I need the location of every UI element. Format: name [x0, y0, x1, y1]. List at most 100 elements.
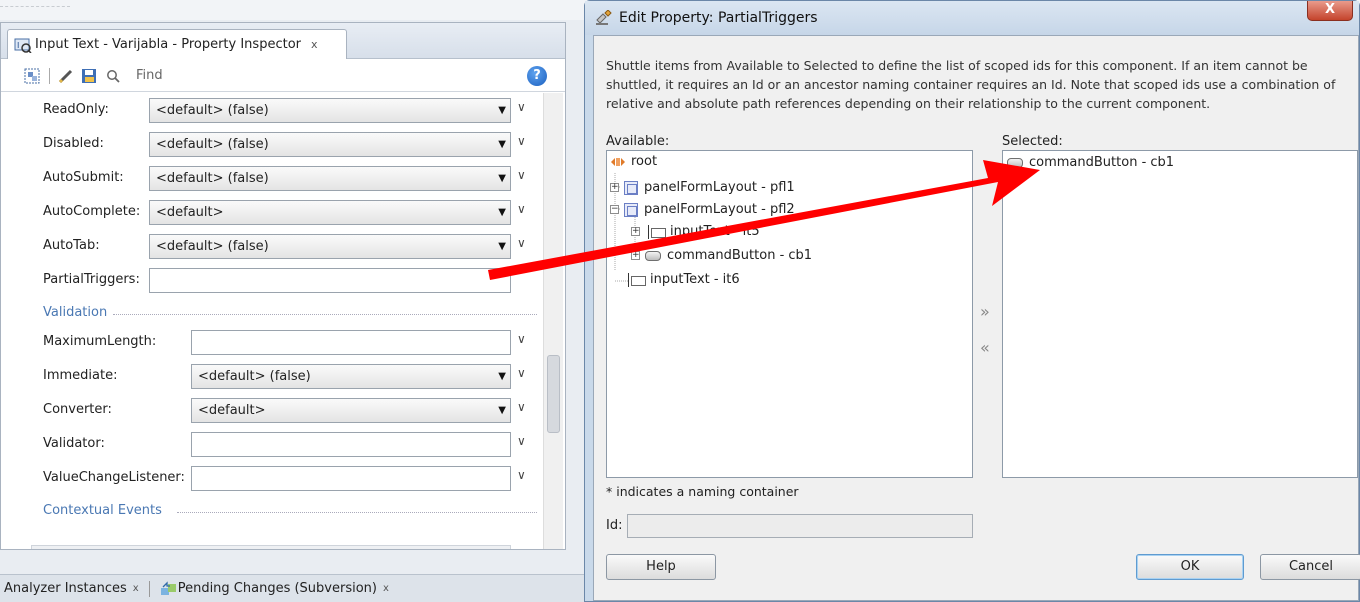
autocomplete-combo[interactable]: <default> ▼ — [149, 200, 511, 225]
chevron-down-icon[interactable]: ∨ — [517, 468, 526, 482]
dropdown-arrow-icon: ▼ — [498, 371, 506, 382]
inspector-toolbar: Find ? — [1, 60, 565, 92]
tree-item-label: commandButton - cb1 — [667, 248, 813, 263]
tree-item-inputtext-it5[interactable]: + inputText - it5 — [631, 224, 760, 239]
immediate-combo[interactable]: <default> (false) ▼ — [191, 364, 511, 389]
chevron-down-icon[interactable]: ∨ — [517, 134, 526, 148]
tree-item-root[interactable]: root — [610, 154, 657, 169]
disabled-combo[interactable]: <default> (false) ▼ — [149, 132, 511, 157]
find-input[interactable]: Find — [136, 68, 163, 83]
panel-form-layout-icon — [624, 180, 638, 195]
property-label: Converter: — [43, 402, 112, 417]
section-label: Validation — [43, 305, 108, 320]
contextual-events-section[interactable]: Contextual Events — [1, 501, 537, 523]
tree-item-inputtext-it6[interactable]: inputText - it6 — [625, 272, 740, 287]
divider — [113, 314, 537, 315]
dropdown-arrow-icon: ▼ — [498, 207, 506, 218]
dialog-description: Shuttle items from Available to Selected… — [606, 58, 1336, 111]
chevron-down-icon[interactable]: ∨ — [517, 168, 526, 182]
expand-icon[interactable]: + — [631, 251, 640, 260]
close-icon[interactable]: x — [383, 583, 389, 594]
property-label: AutoTab: — [43, 238, 100, 253]
combo-value: <default> (false) — [156, 137, 269, 152]
readonly-combo[interactable]: <default> (false) ▼ — [149, 98, 511, 123]
dialog-body: Shuttle items from Available to Selected… — [593, 35, 1360, 601]
tree-item-pfl2[interactable]: − panelFormLayout - pfl2 — [610, 202, 795, 217]
shuttle-right-button[interactable]: » — [980, 302, 990, 321]
expand-icon[interactable]: + — [610, 183, 619, 192]
selected-item[interactable]: commandButton - cb1 — [1007, 155, 1174, 170]
help-icon[interactable]: ? — [527, 66, 547, 86]
tree-item-pfl1[interactable]: + panelFormLayout - pfl1 — [610, 180, 795, 195]
inspector-tab-bar: I Input Text - Varijabla - Property Insp… — [1, 23, 565, 59]
command-button-icon — [645, 250, 661, 261]
property-row-autosubmit: AutoSubmit: <default> (false) ▼ ∨ — [1, 165, 537, 193]
chevron-down-icon[interactable]: ∨ — [517, 100, 526, 114]
selected-item-label: commandButton - cb1 — [1029, 155, 1175, 170]
tree-item-label: inputText - it5 — [670, 224, 760, 239]
properties-list: ReadOnly: <default> (false) ▼ ∨ Disabled:… — [1, 93, 565, 549]
input-text-icon — [645, 224, 666, 239]
id-label: Id: — [606, 518, 623, 533]
tab-analyzer-instances[interactable]: Analyzer Instances x — [0, 581, 143, 596]
chevron-down-icon[interactable]: ∨ — [517, 236, 526, 250]
close-icon[interactable]: x — [311, 38, 318, 51]
chevron-down-icon[interactable]: ∨ — [517, 202, 526, 216]
property-row-valuechangelistener: ValueChangeListener: ∨ — [1, 465, 537, 493]
tab-separator — [148, 580, 150, 597]
selected-list[interactable]: commandButton - cb1 — [1002, 150, 1358, 478]
property-row-readonly: ReadOnly: <default> (false) ▼ ∨ — [1, 97, 537, 125]
dropdown-arrow-icon: ▼ — [498, 241, 506, 252]
help-button[interactable]: Help — [606, 554, 716, 580]
chevron-down-icon[interactable]: ∨ — [517, 434, 526, 448]
published-events-row[interactable] — [31, 545, 511, 549]
close-button[interactable]: X — [1307, 1, 1353, 21]
save-icon[interactable] — [80, 67, 98, 85]
id-input[interactable] — [627, 514, 973, 538]
valuechangelistener-input[interactable] — [191, 466, 511, 491]
inspector-tab[interactable]: I Input Text - Varijabla - Property Insp… — [7, 29, 347, 59]
partialtriggers-input[interactable] — [149, 268, 511, 293]
close-icon[interactable]: x — [133, 583, 139, 594]
edit-property-dialog: Edit Property: PartialTriggers X Shuttle… — [584, 0, 1360, 602]
autosubmit-combo[interactable]: <default> (false) ▼ — [149, 166, 511, 191]
property-inspector-panel: I Input Text - Varijabla - Property Insp… — [0, 22, 566, 550]
selected-label: Selected: — [1002, 134, 1063, 149]
pending-changes-icon — [160, 580, 176, 595]
shuttle-left-button[interactable]: « — [980, 338, 990, 357]
chevron-down-icon[interactable]: ∨ — [517, 332, 526, 346]
inspector-scrollbar[interactable] — [543, 93, 563, 549]
chevron-down-icon[interactable]: ∨ — [517, 400, 526, 414]
combo-value: <default> (false) — [156, 239, 269, 254]
chevron-down-icon[interactable]: ∨ — [517, 366, 526, 380]
tree-item-label: panelFormLayout - pfl1 — [644, 180, 795, 195]
collapse-icon[interactable]: − — [610, 205, 619, 214]
validation-section[interactable]: Validation — [1, 303, 537, 325]
property-row-maximumlength: MaximumLength: ∨ — [1, 329, 537, 357]
ok-button[interactable]: OK — [1136, 554, 1244, 580]
autotab-combo[interactable]: <default> (false) ▼ — [149, 234, 511, 259]
command-button-icon — [1007, 157, 1023, 168]
tree-item-label: root — [631, 154, 658, 169]
property-label: PartialTriggers: — [43, 272, 140, 287]
validator-input[interactable] — [191, 432, 511, 457]
maximumlength-input[interactable] — [191, 330, 511, 355]
cancel-button[interactable]: Cancel — [1260, 554, 1360, 580]
toolbar-separator — [49, 67, 50, 84]
tree-item-commandbutton[interactable]: + commandButton - cb1 — [631, 248, 812, 263]
dialog-title-bar[interactable]: Edit Property: PartialTriggers X — [585, 1, 1359, 35]
converter-combo[interactable]: <default> ▼ — [191, 398, 511, 423]
available-tree[interactable]: root + panelFormLayout - pfl1 − panelFor… — [606, 150, 973, 478]
tab-pending-changes[interactable]: Pending Changes (Subversion) x — [156, 580, 393, 597]
search-icon — [104, 67, 122, 85]
combo-value: <default> — [156, 205, 224, 220]
property-label: MaximumLength: — [43, 334, 157, 349]
expand-icon[interactable]: + — [631, 227, 640, 236]
panel-form-layout-icon — [624, 202, 638, 217]
property-label: Validator: — [43, 436, 105, 451]
bind-icon[interactable] — [23, 67, 41, 85]
edit-pencil-icon[interactable] — [56, 67, 74, 85]
available-label: Available: — [606, 134, 670, 149]
scrollbar-thumb[interactable] — [547, 355, 560, 433]
property-row-converter: Converter: <default> ▼ ∨ — [1, 397, 537, 425]
